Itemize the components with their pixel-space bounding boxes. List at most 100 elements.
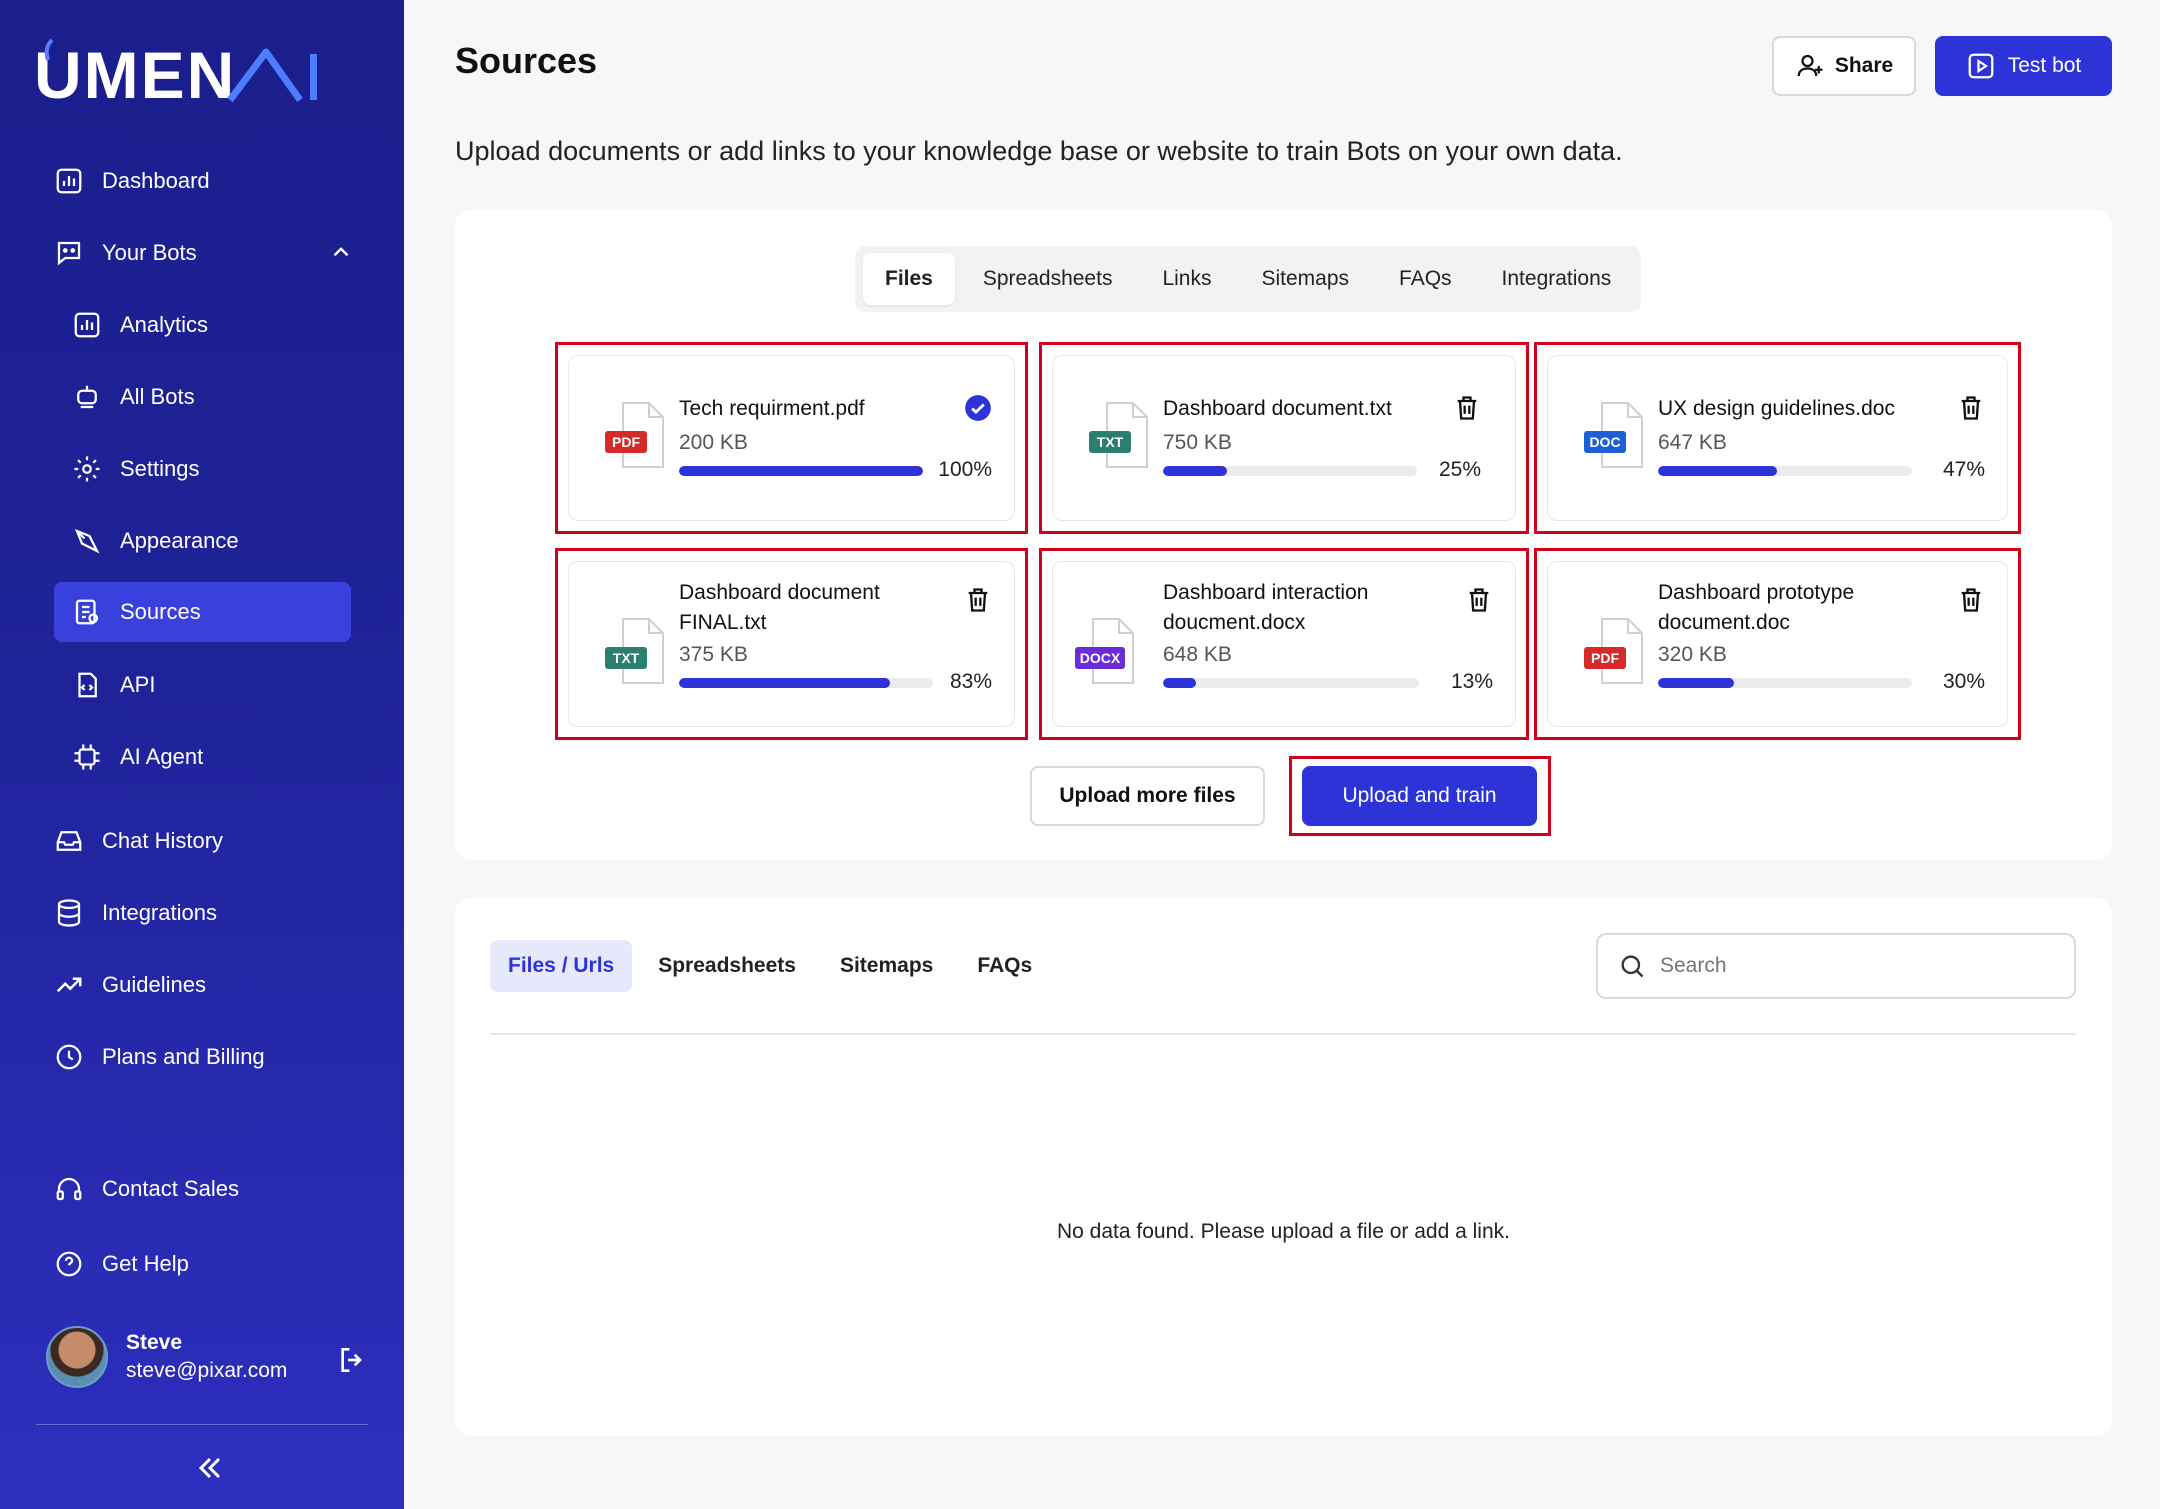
svg-text:DOCX: DOCX [1080,650,1121,666]
test-bot-button[interactable]: Test bot [1935,36,2112,96]
file-name: Dashboard prototype document.doc [1658,581,1855,634]
sidebar-item-label: All Bots [120,384,195,409]
sidebar-item-label: Get Help [102,1251,189,1276]
pdf-file-icon: PDF [605,402,664,468]
txt-file-icon: TXT [605,618,664,684]
page-title: Sources [455,40,598,81]
svg-text:PDF: PDF [1591,650,1619,666]
tab-files-urls[interactable]: Files / Urls [490,940,633,992]
file-card-highlight: DOCX Dashboard interaction doucment.docx… [1039,548,1529,740]
chevron-up-icon[interactable] [328,239,354,265]
sidebar-item-label: Plans and Billing [102,1044,265,1069]
divider [490,1033,2076,1035]
tab-sitemaps[interactable]: Sitemaps [822,940,951,992]
user-email: steve@pixar.com [126,1359,288,1382]
progress-percent: 25% [1438,458,1481,481]
file-card: PDF Dashboard prototype document.doc 320… [1547,561,2008,727]
progress-bar [679,466,923,476]
sidebar-item-contact-sales[interactable]: Contact Sales [54,1159,354,1219]
svg-text:UMEN: UMEN [34,38,236,104]
file-card: DOCX Dashboard interaction doucment.docx… [1052,561,1516,727]
search-box[interactable] [1596,933,2076,999]
sidebar-item-label: Dashboard [102,168,210,193]
file-size: 647 KB [1658,431,1727,454]
progress-percent: 30% [1942,670,1985,693]
logout-icon[interactable] [336,1344,368,1376]
robot-icon [77,385,97,409]
share-button[interactable]: Share [1772,36,1916,96]
collapse-sidebar-icon[interactable] [192,1450,228,1486]
sidebar-item-api[interactable]: API [72,655,352,715]
search-input[interactable] [1660,954,2060,978]
progress-fill [1658,678,1735,688]
help-circle-icon [56,1251,82,1277]
sidebar-item-label: Analytics [120,312,209,337]
sidebar-item-settings[interactable]: Settings [72,439,352,499]
page-subtitle: Upload documents or add links to your kn… [455,136,1623,166]
upload-train-highlight: Upload and train [1289,756,1551,836]
file-card-highlight: DOC UX design guidelines.doc 647 KB 47% [1534,342,2021,534]
progress-percent: 13% [1450,670,1493,693]
play-icon [1968,53,1994,79]
umen-ai-logo[interactable]: UMEN [34,34,324,104]
tab-integrations[interactable]: Integrations [1480,253,1634,305]
file-name: Dashboard interaction doucment.docx [1163,581,1369,634]
sidebar-item-get-help[interactable]: Get Help [54,1234,354,1294]
sidebar-item-your-bots[interactable]: Your Bots [54,223,354,283]
progress-percent: 100% [938,458,992,481]
sidebar-item-plans-billing[interactable]: Plans and Billing [54,1027,354,1087]
file-card: TXT Dashboard document FINAL.txt 375 KB … [568,561,1015,727]
file-name: UX design guidelines.doc [1658,397,1895,420]
sources-tabs: Files / Urls Spreadsheets Sitemaps FAQs [490,940,1050,992]
ai-chip-icon [74,744,100,770]
progress-bar [1658,466,1912,476]
tab-spreadsheets[interactable]: Spreadsheets [640,940,814,992]
tab-faqs[interactable]: FAQs [1377,253,1474,305]
trash-icon[interactable] [1453,394,1481,422]
trash-icon[interactable] [1957,586,1985,614]
progress-fill [679,466,923,476]
sidebar-item-label: Sources [120,599,201,624]
file-card-highlight: TXT Dashboard document FINAL.txt 375 KB … [555,548,1028,740]
add-user-icon [1797,54,1823,77]
sidebar-item-ai-agent[interactable]: AI Agent [72,727,352,787]
file-card: PDF Tech requirment.pdf 200 KB 100% [568,355,1015,521]
file-card-highlight: TXT Dashboard document.txt 750 KB 25% [1039,342,1529,534]
tab-spreadsheets[interactable]: Spreadsheets [961,253,1135,305]
trash-icon[interactable] [1957,394,1985,422]
file-card: TXT Dashboard document.txt 750 KB 25% [1052,355,1516,521]
trash-icon[interactable] [1465,586,1493,614]
sidebar-item-label: API [120,672,156,697]
sidebar-item-appearance[interactable]: Appearance [72,511,352,571]
file-card: DOC UX design guidelines.doc 647 KB 47% [1547,355,2008,521]
file-size: 375 KB [679,643,748,666]
svg-text:PDF: PDF [612,434,640,450]
tab-sitemaps[interactable]: Sitemaps [1239,253,1371,305]
progress-percent: 83% [949,670,992,693]
upload-more-files-button[interactable]: Upload more files [1030,766,1265,826]
inbox-icon [56,831,82,851]
sidebar-item-integrations[interactable]: Integrations [54,883,354,943]
user-name: Steve [126,1331,183,1354]
sidebar-item-label: Appearance [120,528,239,553]
user-profile[interactable]: Steve steve@pixar.com [46,1326,287,1388]
sidebar-item-dashboard[interactable]: Dashboard [54,151,354,211]
progress-bar [1163,466,1417,476]
txt-file-icon: TXT [1089,402,1148,468]
upload-and-train-button[interactable]: Upload and train [1302,766,1537,826]
tab-files[interactable]: Files [863,253,955,305]
tab-faqs[interactable]: FAQs [959,940,1050,992]
doc-file-icon: DOC [1584,402,1643,468]
sidebar-item-chat-history[interactable]: Chat History [54,811,354,871]
sidebar-item-analytics[interactable]: Analytics [72,295,352,355]
sidebar-item-all-bots[interactable]: All Bots [72,367,352,427]
sidebar-item-guidelines[interactable]: Guidelines [54,955,354,1015]
tab-links[interactable]: Links [1140,253,1233,305]
pdf-file-icon: PDF [1584,618,1643,684]
trash-icon[interactable] [964,586,992,614]
sidebar-item-sources[interactable]: Sources [54,582,351,642]
check-circle-icon [965,395,991,421]
progress-percent: 47% [1942,458,1985,481]
avatar [46,1326,108,1388]
svg-text:TXT: TXT [1097,434,1124,450]
